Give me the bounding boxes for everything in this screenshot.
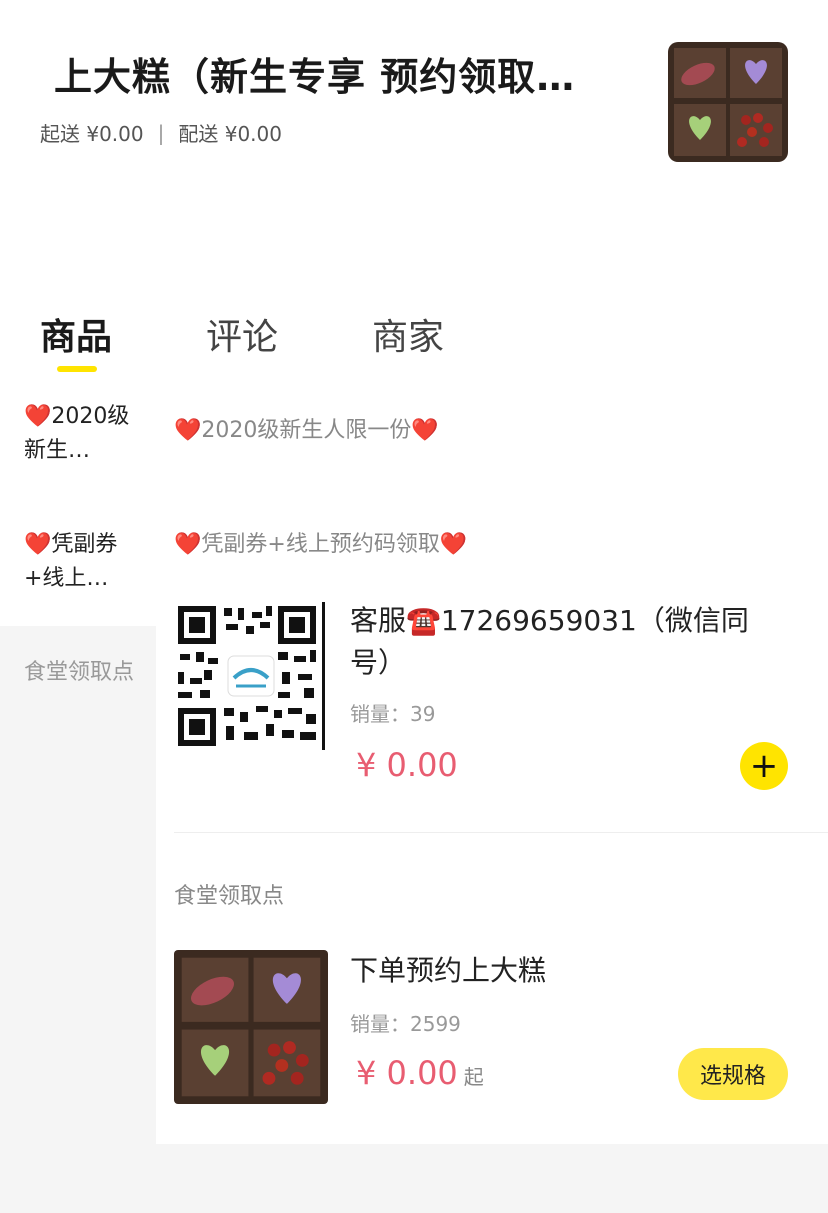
- product-image[interactable]: [174, 950, 328, 1104]
- shop-title: 上大糕（新生专享 预约领取…: [54, 55, 576, 99]
- min-order-fee: 起送 ¥0.00: [40, 122, 144, 146]
- price-suffix: 起: [463, 1065, 484, 1089]
- product-price: ¥ 0.00: [356, 746, 458, 784]
- product-price: ¥ 0.00 起: [356, 1054, 484, 1092]
- product-sales: 销量：39: [350, 702, 436, 726]
- delivery-fee: 配送 ¥0.00: [178, 122, 282, 146]
- tab-bar: 商品 评论 商家: [0, 308, 828, 372]
- tab-merchant[interactable]: 商家: [372, 308, 444, 360]
- sidebar-item-freshman[interactable]: ❤️2020级新生…: [24, 400, 134, 468]
- section-heading-pickup: 食堂领取点: [174, 884, 285, 909]
- qr-code-image[interactable]: [174, 602, 328, 750]
- product-title[interactable]: 下单预约上大糕: [350, 950, 750, 992]
- tab-products[interactable]: 商品: [40, 308, 112, 360]
- fee-separator: |: [157, 120, 165, 145]
- sidebar-item-voucher[interactable]: ❤️凭副券+线上…: [24, 528, 134, 596]
- sidebar-item-pickup[interactable]: 食堂领取点: [24, 656, 134, 690]
- list-bottom-bg: [156, 1144, 828, 1213]
- select-spec-button[interactable]: 选规格: [678, 1048, 788, 1100]
- category-sidebar: ❤️2020级新生… ❤️凭副券+线上… 食堂领取点: [0, 386, 156, 1213]
- tab-reviews[interactable]: 评论: [206, 308, 278, 360]
- add-to-cart-button[interactable]: +: [740, 742, 788, 790]
- product-title[interactable]: 客服☎️17269659031（微信同号）: [350, 600, 750, 684]
- shop-logo-image[interactable]: [668, 42, 788, 162]
- section-heading-voucher: ❤️凭副券+线上预约码领取❤️: [174, 532, 468, 557]
- item-divider: [174, 832, 828, 833]
- fee-info: 起送 ¥0.00 | 配送 ¥0.00: [40, 118, 282, 147]
- active-tab-indicator: [57, 366, 97, 372]
- sidebar-inactive-bg: [0, 626, 156, 1213]
- section-heading-freshman: ❤️2020级新生人限一份❤️: [174, 418, 439, 443]
- product-list: ❤️2020级新生人限一份❤️ ❤️凭副券+线上预约码领取❤️ 客服☎️1726…: [156, 386, 828, 1213]
- product-sales: 销量：2599: [350, 1012, 461, 1036]
- price-value: ¥ 0.00: [356, 1054, 458, 1092]
